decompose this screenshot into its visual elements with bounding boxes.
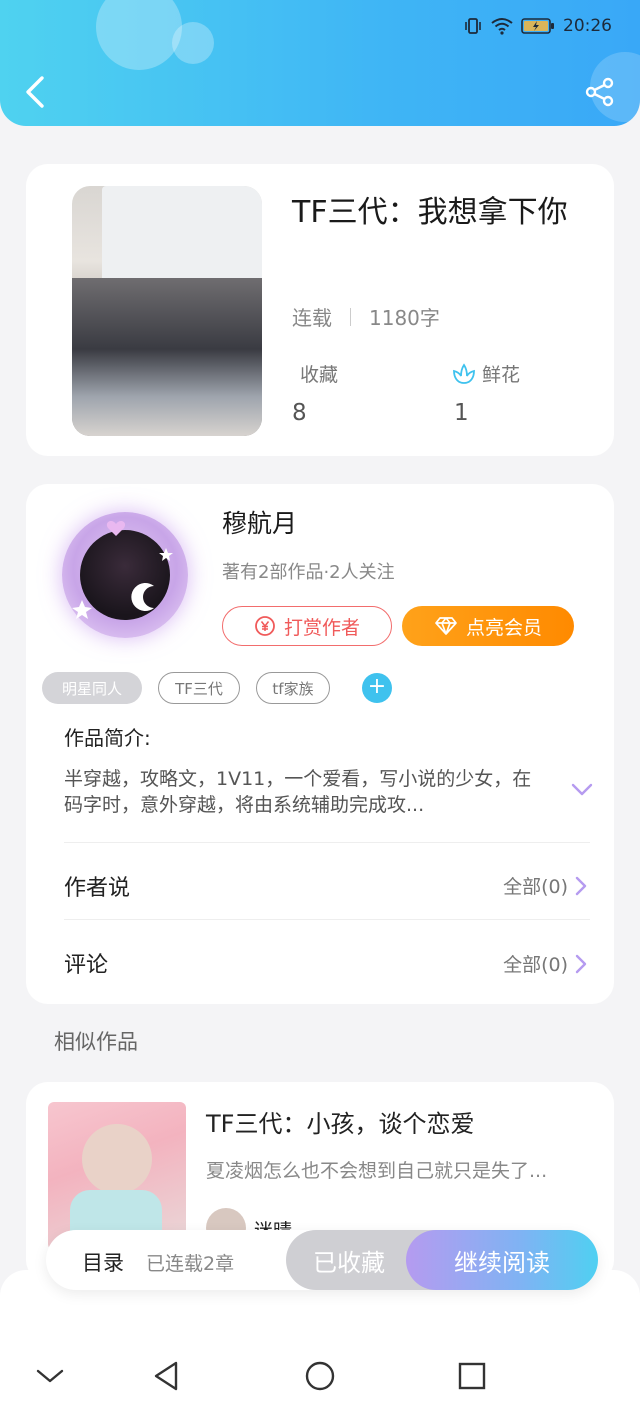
similar-work-cover[interactable] [48, 1102, 186, 1250]
chapter-count: 已连载2章 [146, 1253, 235, 1275]
comments-label[interactable]: 评论 [64, 947, 108, 979]
similar-work-desc: 夏凌烟怎么也不会想到自己就只是失了... [206, 1160, 548, 1182]
nav-home-button[interactable] [300, 1356, 340, 1396]
reward-author-button[interactable]: 打赏作者 [222, 606, 392, 646]
cover-people-group [72, 278, 262, 436]
status-bar: 20:26 [463, 14, 612, 38]
decorative-bubble [172, 22, 214, 64]
bottom-action-bar: 目录 已连载2章 已收藏 继续阅读 [46, 1230, 598, 1290]
author-stats: 著有2部作品·2人关注 [222, 562, 395, 583]
author-name[interactable]: 穆航月 [222, 504, 297, 540]
comments-count: 全部(0) [503, 954, 568, 976]
toc-button[interactable]: 目录 [82, 1247, 124, 1277]
flowers-label-text: 鲜花 [482, 364, 521, 386]
comments-all-link[interactable]: 全部(0) [503, 950, 588, 977]
divider [64, 919, 590, 920]
cover-figure [82, 1124, 152, 1194]
continue-reading-button[interactable]: 继续阅读 [406, 1230, 598, 1290]
favorites-count: 8 [292, 400, 307, 426]
expand-chevron-icon[interactable] [570, 780, 594, 800]
decorative-bubble [96, 0, 182, 70]
vibrate-icon [465, 18, 481, 34]
similar-work-title[interactable]: TF三代：小孩，谈个恋爱 [206, 1104, 474, 1139]
back-button[interactable] [20, 72, 50, 112]
add-tag-button[interactable]: + [362, 673, 392, 703]
favorites-label: 收藏 [300, 360, 338, 387]
circle-home-icon [305, 1361, 335, 1391]
wifi-icon [491, 18, 513, 35]
reward-author-label: 打赏作者 [283, 616, 360, 639]
author-card: 穆航月 著有2部作品·2人关注 打赏作者 点亮会员 明星同人 TF三代 tf家族… [26, 484, 614, 1004]
collected-label: 已收藏 [313, 1248, 385, 1277]
author-says-label[interactable]: 作者说 [64, 870, 130, 902]
share-button[interactable] [584, 76, 616, 108]
book-status: 连载 [292, 306, 332, 330]
flowers-count: 1 [454, 400, 469, 426]
book-info-card: TF三代：我想拿下你 连载 1180字 收藏 8 鲜花 1 [26, 164, 614, 456]
flower-icon [453, 362, 475, 384]
flowers-label[interactable]: 鲜花 [452, 360, 520, 387]
become-vip-button[interactable]: 点亮会员 [402, 606, 574, 646]
author-says-count: 全部(0) [503, 876, 568, 898]
tag-item[interactable]: 明星同人 [42, 672, 142, 704]
nav-hide-button[interactable] [30, 1356, 70, 1396]
diamond-icon [435, 617, 457, 635]
book-cover-image[interactable] [72, 186, 262, 436]
continue-reading-label: 继续阅读 [454, 1248, 550, 1277]
tag-item[interactable]: TF三代 [158, 672, 240, 704]
book-meta: 连载 1180字 [292, 302, 440, 331]
author-avatar[interactable] [62, 512, 188, 638]
nav-back-button[interactable] [146, 1356, 186, 1396]
system-nav-bar [0, 1340, 640, 1422]
chevron-down-icon [36, 1369, 64, 1383]
divider [64, 842, 590, 843]
intro-text[interactable]: 半穿越，攻略文，1V11，一个爱看，写小说的少女，在码字时，意外穿越，将由系统辅… [64, 766, 544, 818]
nav-recents-button[interactable] [452, 1356, 492, 1396]
triangle-back-icon [154, 1361, 178, 1391]
book-title: TF三代：我想拿下你 [292, 195, 568, 230]
app-header: 20:26 [0, 0, 640, 126]
yen-coin-icon [255, 616, 275, 636]
similar-works-title: 相似作品 [54, 1030, 138, 1054]
meta-divider [350, 307, 351, 326]
book-word-count: 1180字 [369, 306, 440, 330]
status-time: 20:26 [563, 16, 612, 36]
tag-item[interactable]: tf家族 [256, 672, 330, 704]
avatar-frame-decoration [72, 521, 173, 619]
square-recents-icon [458, 1362, 486, 1390]
chevron-right-icon [575, 876, 587, 895]
cover-whiteboard [102, 186, 262, 282]
intro-label: 作品简介: [64, 726, 151, 750]
author-says-all-link[interactable]: 全部(0) [503, 872, 588, 899]
favorites-label-text: 收藏 [300, 364, 339, 386]
battery-charging-icon [521, 18, 554, 34]
chevron-right-icon [575, 954, 587, 973]
become-vip-label: 点亮会员 [465, 616, 542, 639]
